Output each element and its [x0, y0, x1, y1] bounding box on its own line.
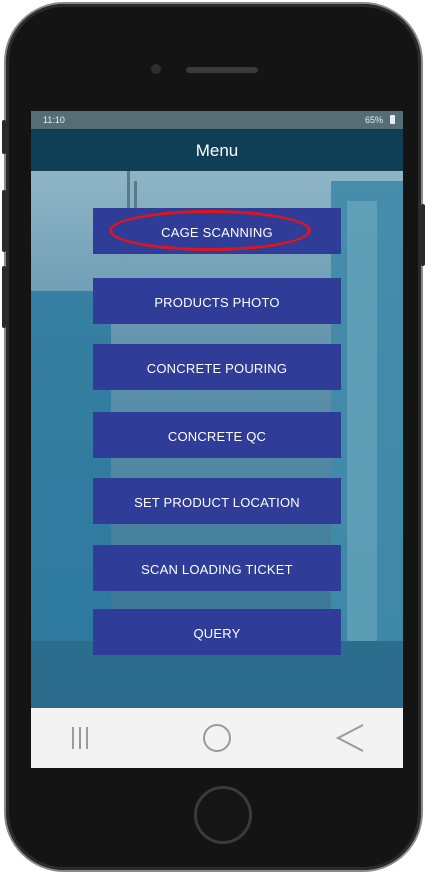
home-button[interactable] — [194, 786, 252, 844]
menu-item-label: QUERY — [193, 625, 241, 641]
photo-pillar-right-inner — [347, 201, 377, 701]
products-photo-button[interactable]: PRODUCTS PHOTO — [93, 278, 341, 324]
android-nav-bar — [31, 708, 403, 768]
mute-switch — [2, 120, 6, 154]
scan-loading-ticket-button[interactable]: SCAN LOADING TICKET — [93, 545, 341, 591]
concrete-qc-button[interactable]: CONCRETE QC — [93, 412, 341, 458]
set-product-location-button[interactable]: SET PRODUCT LOCATION — [93, 478, 341, 524]
menu-item-label: CONCRETE QC — [167, 428, 267, 444]
page-title: Menu — [195, 141, 239, 160]
menu-item-label: PRODUCTS PHOTO — [154, 294, 280, 310]
volume-down-button — [2, 266, 6, 328]
status-bar: 11:10 65% — [31, 111, 403, 129]
menu-list: CAGE SCANNING PRODUCTS PHOTO CONCRETE PO… — [93, 208, 341, 657]
earpiece-speaker — [186, 67, 258, 73]
concrete-pouring-button[interactable]: CONCRETE POURING — [93, 344, 341, 390]
volume-up-button — [2, 190, 6, 252]
app-header: Menu — [31, 129, 403, 171]
back-icon[interactable] — [313, 708, 393, 768]
home-icon[interactable] — [177, 708, 257, 768]
power-button — [421, 204, 425, 266]
menu-item-label: SET PRODUCT LOCATION — [134, 494, 300, 510]
battery-icon — [390, 115, 395, 124]
query-button[interactable]: QUERY — [93, 609, 341, 655]
cage-scanning-button[interactable]: CAGE SCANNING — [93, 208, 341, 254]
recent-apps-icon[interactable] — [45, 708, 125, 768]
battery-level: 65% — [364, 115, 383, 125]
menu-item-label: SCAN LOADING TICKET — [141, 561, 293, 577]
phone-screen: 11:10 65% Menu CAGE SCANNING PRODUCTS PH… — [31, 111, 403, 768]
front-camera — [151, 64, 161, 74]
menu-item-label: CONCRETE POURING — [146, 360, 288, 376]
menu-item-label: CAGE SCANNING — [161, 224, 273, 240]
status-time: 11:10 — [43, 115, 65, 125]
